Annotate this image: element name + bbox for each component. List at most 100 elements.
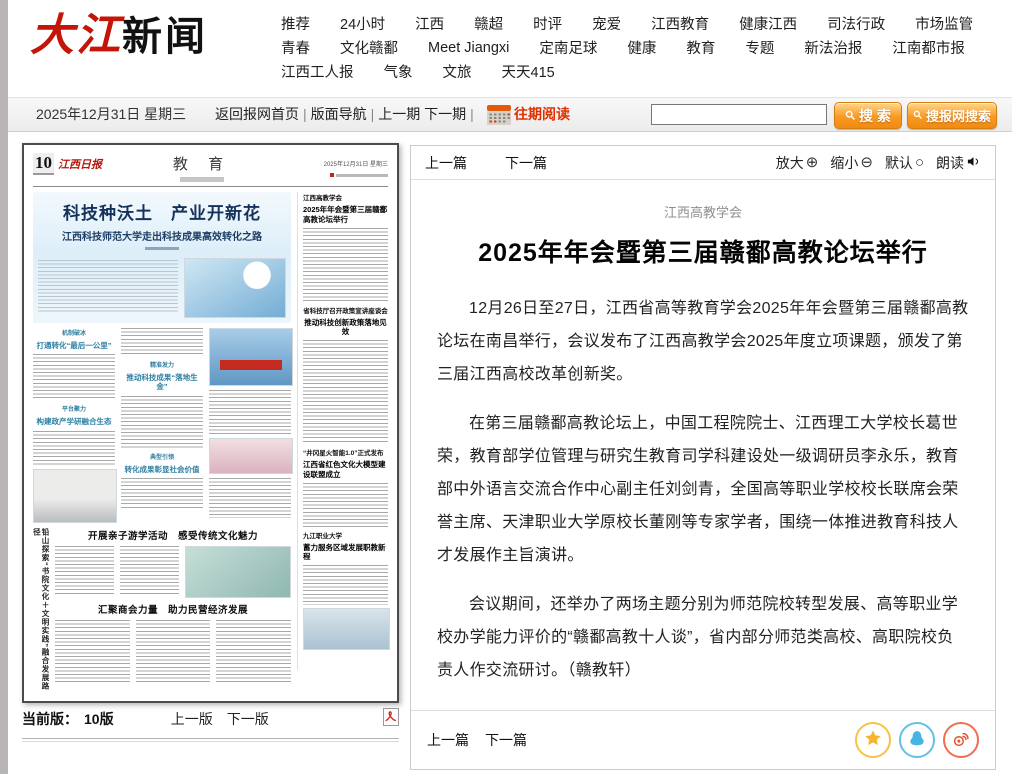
thumb-rule bbox=[33, 186, 388, 187]
thumb-text-lines bbox=[121, 396, 203, 448]
prev-page-link[interactable]: 上一版 bbox=[171, 709, 213, 729]
weibo-icon bbox=[951, 729, 971, 752]
thumb-subhead-kicker: 精准发力 bbox=[121, 360, 203, 369]
thumb-text-lines bbox=[120, 546, 179, 596]
thumb-text-lines bbox=[55, 546, 114, 596]
search-input[interactable] bbox=[651, 104, 827, 125]
toolbar-links: 返回报网首页|版面导航|上一期 下一期| bbox=[215, 98, 478, 131]
back-home-link[interactable]: 返回报网首页 bbox=[215, 106, 299, 122]
thumb-lead-headline: 科技种沃土 产业开新花 bbox=[37, 199, 287, 224]
thumb-page-number: 10 bbox=[33, 153, 54, 175]
nav-link[interactable]: 宠爱 bbox=[592, 13, 621, 34]
toolbar: 2025年12月31日 星期三 返回报网首页|版面导航|上一期 下一期| 往期阅… bbox=[8, 97, 1012, 132]
divider bbox=[22, 738, 399, 742]
nav-link[interactable]: 健康江西 bbox=[739, 13, 797, 34]
nav-link[interactable]: 青春 bbox=[281, 37, 310, 58]
nav-link[interactable]: 江西 bbox=[415, 13, 444, 34]
thumb-bottom-main: 开展亲子游学活动 感受传统文化魅力 汇聚商会力量 助力民营经济发展 bbox=[55, 528, 291, 696]
nav-link[interactable]: 江西工人报 bbox=[281, 61, 354, 82]
zoom-out-control[interactable]: 缩小 ⊖ bbox=[830, 153, 873, 173]
thumb-subhead: 转化成果彰显社会价值 bbox=[121, 465, 203, 474]
nav-link[interactable]: 赣超 bbox=[474, 13, 503, 34]
search-button[interactable]: 搜 索 bbox=[834, 102, 902, 129]
reset-zoom-control[interactable]: 默认 ○ bbox=[885, 153, 924, 173]
thumb-right-headline[interactable]: 蓄力服务区域发展职教新程 bbox=[303, 543, 388, 563]
thumb-right-headline-current[interactable]: 2025年年会暨第三届赣鄱高教论坛举行 bbox=[303, 205, 388, 225]
zoom-in-control[interactable]: 放大 ⊕ bbox=[776, 153, 819, 173]
thumb-center-headline-1: 开展亲子游学活动 感受传统文化魅力 bbox=[55, 528, 291, 542]
thumb-text-lines bbox=[33, 431, 115, 465]
thumb-section-tag bbox=[180, 177, 224, 182]
qq-penguin-icon bbox=[907, 729, 927, 752]
nav-link[interactable]: 教育 bbox=[686, 37, 715, 58]
zoom-in-icon: ⊕ bbox=[806, 155, 819, 170]
red-square-icon bbox=[330, 173, 334, 177]
thumb-main-column: 科技种沃土 产业开新花 江西科技师范大学走出科技成果高效转化之路 机制破冰 打通… bbox=[33, 192, 291, 670]
nav-row-3: 江西工人报 气象 文旅 天天415 bbox=[281, 61, 996, 82]
thumb-text-row bbox=[55, 546, 291, 598]
thumb-column-2: 精准发力 推动科技成果“落地生金” 典型引领 转化成果彰显社会价值 bbox=[121, 328, 203, 523]
zoom-in-label: 放大 bbox=[776, 153, 804, 173]
thumb-photo-group-banner bbox=[209, 328, 293, 386]
thumb-lead-intro bbox=[33, 253, 291, 323]
zoom-out-icon: ⊖ bbox=[860, 155, 873, 170]
nav-link[interactable]: 24小时 bbox=[340, 13, 385, 34]
read-aloud-control[interactable]: 朗读 bbox=[936, 153, 981, 173]
share-weibo-button[interactable] bbox=[943, 722, 979, 758]
nav-row-1: 推荐 24小时 江西 赣超 时评 宠爱 江西教育 健康江西 司法行政 市场监管 bbox=[281, 13, 996, 34]
viewer-controls: 放大 ⊕ 缩小 ⊖ 默认 ○ 朗读 bbox=[776, 153, 981, 173]
thumb-text-lines bbox=[136, 620, 211, 682]
reset-zoom-label: 默认 bbox=[885, 153, 913, 173]
current-page-label: 当前版： bbox=[22, 709, 78, 729]
search-button-label: 搜 索 bbox=[859, 106, 891, 126]
site-search-button[interactable]: 搜报网搜索 bbox=[907, 102, 997, 129]
share-qq-button[interactable] bbox=[899, 722, 935, 758]
nav-link[interactable]: 气象 bbox=[384, 61, 413, 82]
next-issue-link[interactable]: 下一期 bbox=[424, 106, 466, 122]
viewer-top-bar: 上一篇 下一篇 放大 ⊕ 缩小 ⊖ 默认 ○ 朗读 bbox=[411, 146, 995, 180]
speaker-icon bbox=[966, 154, 981, 172]
layout-nav-link[interactable]: 版面导航 bbox=[311, 106, 367, 122]
newspaper-page-thumbnail[interactable]: 10 江西日报 教 育 2025年12月31日 星期三 科技种沃土 产业开新花 … bbox=[22, 143, 399, 703]
nav-link[interactable]: Meet Jiangxi bbox=[428, 40, 509, 56]
thumb-right-headline[interactable]: 江西省红色文化大模型建设联盟成立 bbox=[303, 460, 388, 480]
next-article-link[interactable]: 下一篇 bbox=[505, 153, 547, 173]
prev-article-link-bottom[interactable]: 上一篇 bbox=[427, 730, 469, 750]
thumb-text-lines bbox=[121, 328, 203, 356]
nav-link[interactable]: 文化赣鄱 bbox=[340, 37, 398, 58]
red-banner bbox=[220, 360, 282, 370]
window-edge bbox=[0, 0, 8, 774]
nav-link[interactable]: 专题 bbox=[745, 37, 774, 58]
next-page-link[interactable]: 下一版 bbox=[227, 709, 269, 729]
thumb-lead-banner: 科技种沃土 产业开新花 江西科技师范大学走出科技成果高效转化之路 bbox=[33, 192, 291, 253]
thumb-right-headline[interactable]: 推动科技创新政策落地见效 bbox=[303, 318, 388, 338]
nav-link[interactable]: 江西教育 bbox=[651, 13, 709, 34]
prev-issue-link[interactable]: 上一期 bbox=[378, 106, 420, 122]
nav-link[interactable]: 市场监管 bbox=[915, 13, 973, 34]
site-logo[interactable]: 大江新闻 bbox=[30, 8, 208, 64]
thumb-text-lines bbox=[33, 354, 115, 400]
nav-link[interactable]: 新法治报 bbox=[804, 37, 862, 58]
next-article-link-bottom[interactable]: 下一篇 bbox=[485, 730, 527, 750]
separator: | bbox=[470, 106, 474, 122]
thumb-lead-subheadline: 江西科技师范大学走出科技成果高效转化之路 bbox=[37, 228, 287, 243]
nav-link[interactable]: 健康 bbox=[627, 37, 656, 58]
calendar-icon[interactable] bbox=[487, 105, 511, 130]
thumb-right-kicker: “井冈星火智能1.0”正式发布 bbox=[303, 447, 388, 457]
pdf-icon[interactable] bbox=[383, 708, 399, 729]
nav-link[interactable]: 文旅 bbox=[443, 61, 472, 82]
thumb-right-kicker: 江西高教学会 bbox=[303, 192, 388, 202]
thumb-vertical-headline: 铅山探索“书院文化＋文明实践”融合发展路径 bbox=[33, 528, 49, 696]
nav-link[interactable]: 天天415 bbox=[502, 61, 555, 82]
thumb-text-lines bbox=[121, 478, 203, 508]
thumb-subhead-kicker: 典型引领 bbox=[121, 452, 203, 461]
separator: | bbox=[303, 106, 307, 122]
nav-link[interactable]: 定南足球 bbox=[539, 37, 597, 58]
nav-link[interactable]: 推荐 bbox=[281, 13, 310, 34]
nav-link[interactable]: 司法行政 bbox=[827, 13, 885, 34]
nav-link[interactable]: 江南都市报 bbox=[892, 37, 965, 58]
past-issues-link[interactable]: 往期阅读 bbox=[514, 98, 570, 131]
prev-article-link[interactable]: 上一篇 bbox=[425, 153, 467, 173]
nav-link[interactable]: 时评 bbox=[533, 13, 562, 34]
share-qzone-button[interactable] bbox=[855, 722, 891, 758]
